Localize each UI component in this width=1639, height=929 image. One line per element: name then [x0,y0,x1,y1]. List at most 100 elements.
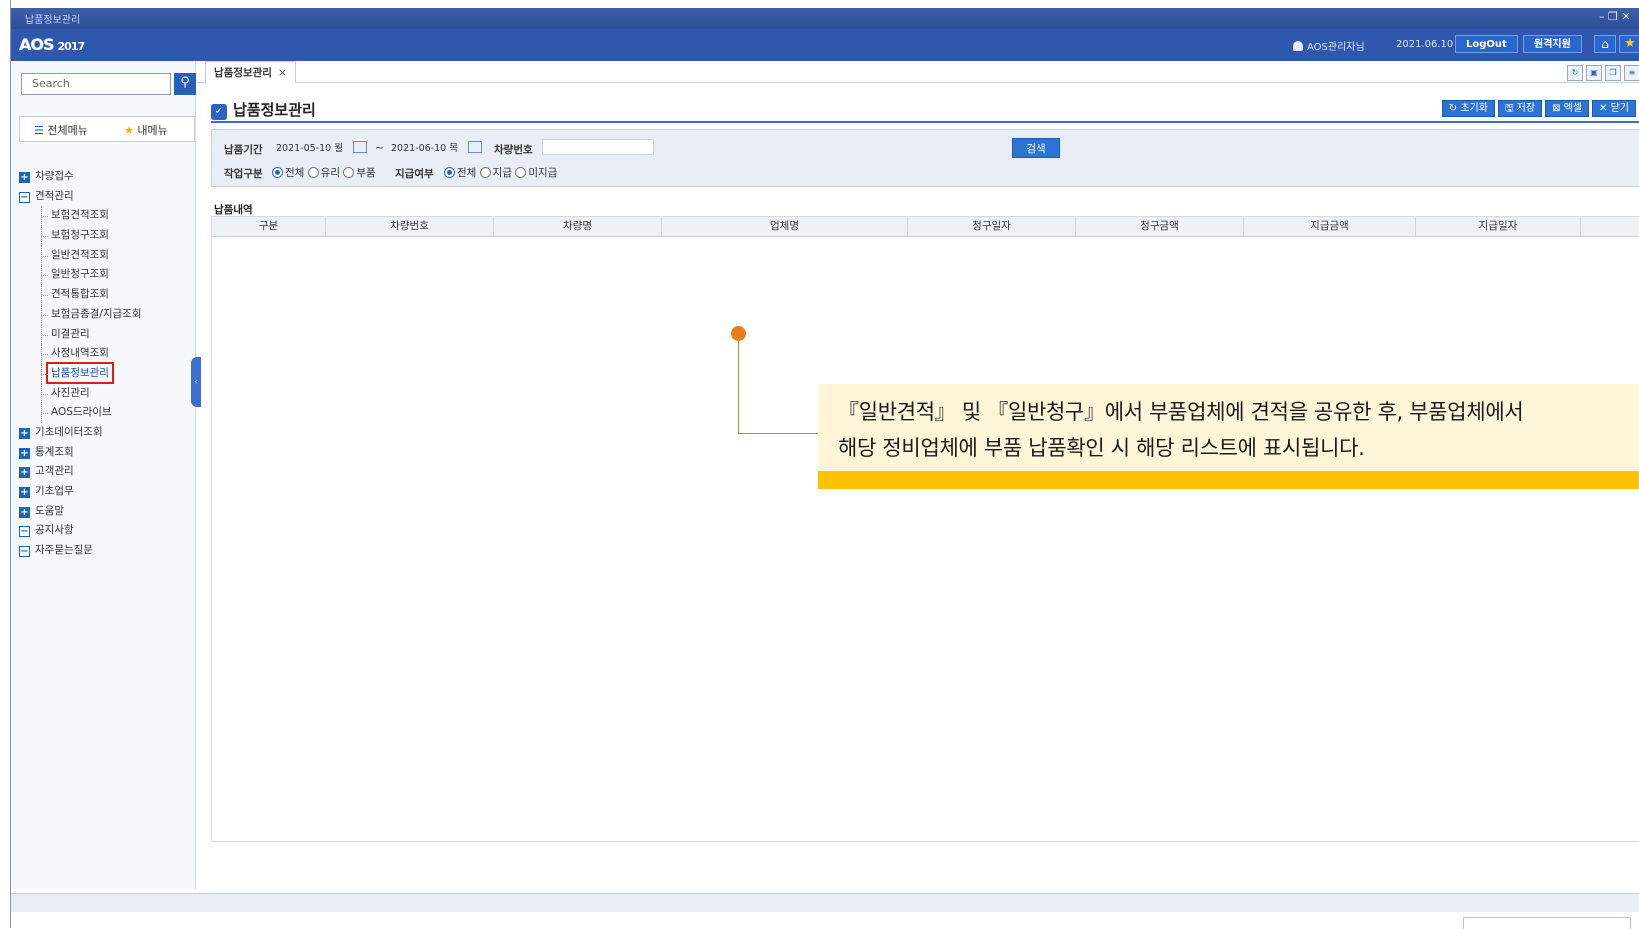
expand-icon[interactable]: + [19,172,30,183]
sidebar-item[interactable]: − 견적관리 [19,187,194,207]
sidebar-item[interactable]: + 고객관리 [19,462,194,482]
logout-button[interactable]: LogOut [1455,35,1518,53]
refresh-icon[interactable]: ↻ [1567,65,1583,81]
callout-bar [818,471,1639,489]
pay-radio-group: 전체 지급 미지급 [444,165,557,180]
car-no-input[interactable] [542,139,654,155]
search-icon[interactable]: ⚲ [174,73,196,95]
sidebar-item-label: 견적통합조회 [51,288,109,301]
menu-tree: + 차량접수 − 견적관리보험견적조회보험청구조회일반견적조회일반청구조회견적통합조회… [19,167,194,561]
collapse-icon[interactable]: − [19,191,30,203]
tab-label: 납품정보관리 [214,67,272,79]
delivery-grid: 구분 차량번호 차량명 업체명 청구일자 청구금액 지급금액 지급일자 [211,216,1639,842]
sidebar-item[interactable]: 보험견적조회 [19,206,194,226]
tab-bar: 납품정보관리 × ↻ ▣ ❐ ≡ [197,61,1639,83]
window-buttons: ↻ ▣ ❐ ≡ [1564,65,1639,81]
collapse-icon[interactable]: − [19,546,30,558]
sidebar-item[interactable]: 보험금종결/지급조회 [19,304,194,325]
menu-list-icon[interactable]: ≡ [1624,65,1639,81]
sidebar-item[interactable]: 미결관리 [19,324,194,345]
column-header[interactable]: 구분 [212,217,326,236]
title-divider [211,121,1639,123]
sidebar-item[interactable]: + 차량접수 [19,167,194,187]
column-header[interactable]: 지급일자 [1416,217,1581,236]
pay-label: 지급여부 [395,168,434,180]
sidebar-item[interactable]: AOS드라이브 [19,403,194,423]
star-icon: ★ [124,124,134,137]
column-header[interactable]: 차량번호 [326,217,494,236]
search-input[interactable]: Search [21,73,171,95]
sidebar-item-label: 납품정보관리 [46,361,114,384]
column-header[interactable]: 업체명 [662,217,908,236]
callout-note: 『일반견적』 및 『일반청구』에서 부품업체에 견적을 공유한 후, 부품업체에… [818,384,1639,489]
logo-year: 2017 [57,40,86,53]
reset-button[interactable]: ↻ 초기화 [1441,100,1495,117]
period-label: 납품기간 [224,144,263,156]
radio-pay-unpaid[interactable]: 미지급 [515,167,557,179]
sidebar-item[interactable]: + 도움말 [19,502,194,522]
sidebar-item[interactable]: 사진관리 [19,383,194,404]
column-header[interactable]: 청구금액 [1076,217,1244,236]
close-button[interactable]: ✕ 닫기 [1592,100,1636,117]
restore-icon[interactable]: ❐ [1605,65,1621,81]
expand-icon[interactable]: + [19,467,30,479]
sidebar-item[interactable]: + 기초데이터조회 [19,423,194,443]
sidebar-item[interactable]: 보험청구조회 [19,226,194,246]
excel-button[interactable]: ⊠ 엑셀 [1545,100,1590,117]
favorite-star-icon[interactable]: ★ [1619,35,1639,53]
radio-work-glass[interactable]: 유리 [307,167,340,179]
tab-my-menu-label: 내메뉴 [137,124,168,137]
sidebar-item[interactable]: 일반청구조회 [19,265,194,285]
sidebar: Search ⚲ ☰ 전체메뉴 ★ 내메뉴 + 차량접수 − 견적관리보험견적조회보험… [11,61,201,889]
sidebar-item[interactable]: + 통계조회 [19,443,194,463]
app-window: 납품정보관리 – ❐ ✕ AOS 2017 AOS관리자님 2021.06.10 … [10,0,1639,928]
expand-icon[interactable]: + [19,506,30,518]
remote-support-button[interactable]: 원격지원 [1523,35,1582,53]
tab-close-icon[interactable]: × [278,67,287,79]
work-type-radio-group: 전체 유리 부품 [272,165,376,180]
radio-pay-paid[interactable]: 지급 [479,167,512,179]
expand-icon[interactable]: + [19,487,30,498]
window-controls[interactable]: – ❐ ✕ [1599,10,1639,26]
sidebar-item[interactable]: + 기초업무 [19,482,194,502]
sidebar-item[interactable]: 일반견적조회 [19,245,194,266]
date-to-input[interactable]: 2021-06-10 목 [387,139,465,155]
calendar-icon[interactable] [468,141,482,153]
column-header[interactable]: 청구일자 [908,217,1076,236]
collapse-icon[interactable]: − [19,526,30,538]
sidebar-item[interactable]: − 자주묻는질문 [19,541,194,561]
tab-delivery-info[interactable]: 납품정보관리 × [205,61,296,83]
column-header[interactable]: 차량명 [494,217,662,236]
app-header: AOS 2017 AOS관리자님 2021.06.10 LogOut 원격지원 ⌂… [11,29,1639,61]
radio-pay-all[interactable]: 전체 [444,167,476,179]
tilde: ~ [375,142,384,154]
maximize-icon[interactable]: ▣ [1586,65,1602,81]
callout-dot [731,326,746,341]
radio-work-parts[interactable]: 부품 [343,167,376,179]
sidebar-item[interactable]: 사정내역조회 [19,344,194,364]
status-box [1463,917,1631,929]
column-header[interactable]: 지급금액 [1244,217,1416,236]
header-date: 2021.06.10 [1396,39,1454,50]
sidebar-item[interactable]: 견적통합조회 [19,285,194,305]
tab-all-menu[interactable]: ☰ 전체메뉴 [34,122,88,138]
save-button[interactable]: 🖫 저장 [1497,100,1543,117]
search-button[interactable]: 검색 [1012,138,1060,158]
sidebar-item-label: 차량접수 [35,170,74,182]
radio-work-all[interactable]: 전체 [272,167,304,179]
tab-my-menu[interactable]: ★ 내메뉴 [124,122,168,138]
home-icon[interactable]: ⌂ [1594,35,1616,53]
date-from-input[interactable]: 2021-05-10 월 [272,139,350,155]
expand-icon[interactable]: + [19,447,30,459]
callout-line-1: 『일반견적』 및 『일반청구』에서 부품업체에 견적을 공유한 후, 부품업체에… [838,400,1524,424]
sidebar-item-label: 보험견적조회 [51,209,109,222]
sidebar-item[interactable]: − 공지사항 [19,521,194,541]
expand-icon[interactable]: + [19,427,30,439]
sidebar-item-label: 자주묻는질문 [35,544,93,557]
collapse-check-icon[interactable]: ✓ [211,104,227,120]
sidebar-item-label: 통계조회 [35,445,74,458]
sidebar-item[interactable]: 납품정보관리 [19,361,194,384]
page-title: ✓ 납품정보관리 [211,99,316,120]
sidebar-item-label: 일반견적조회 [51,248,109,261]
calendar-icon[interactable] [353,141,367,153]
